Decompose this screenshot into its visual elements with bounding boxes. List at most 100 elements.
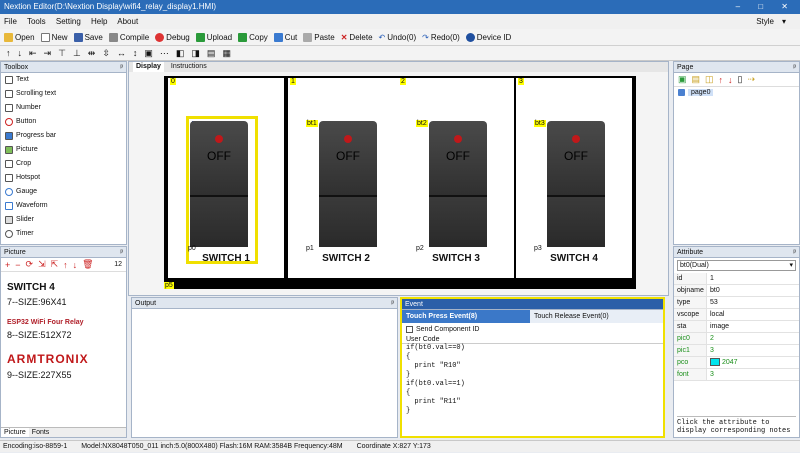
tab-picture[interactable]: Picture [1, 428, 29, 437]
hmi-screen[interactable]: 0 bt0 OFF p0 SWITCH 1 1 bt1 OFF p1 SWITC… [164, 76, 636, 289]
switch-button[interactable]: OFF [429, 121, 487, 247]
menu-tools[interactable]: Tools [27, 17, 46, 26]
compile-button[interactable]: Compile [108, 32, 149, 42]
send-component-checkbox[interactable] [406, 326, 413, 333]
center-h-icon[interactable]: ⇹ [88, 48, 96, 59]
toolbox-item-hotspot[interactable]: Hotspot [1, 171, 126, 185]
center-v-icon[interactable]: ⇳ [102, 48, 110, 59]
toolbox-item-scrolling-text[interactable]: Scrolling text [1, 87, 126, 101]
align-top-icon[interactable]: ⊤ [58, 48, 66, 59]
add-page-icon[interactable]: ▣ [678, 74, 687, 85]
pin-icon[interactable]: ᵖ [391, 298, 394, 309]
toolbox-item-gauge[interactable]: Gauge [1, 185, 126, 199]
switch-cell[interactable]: 2 bt2 OFF p2 SWITCH 3 [398, 78, 514, 278]
same-height-icon[interactable]: ↕ [133, 48, 138, 58]
toolbox-item-progress-bar[interactable]: Progress bar [1, 129, 126, 143]
user-code-editor[interactable]: if(bt0.val==0) { print "R10" } if(bt0.va… [402, 344, 663, 416]
grid-icon[interactable]: ▦ [222, 48, 231, 59]
pin-icon[interactable]: ᵖ [120, 62, 123, 73]
insert-page-icon[interactable]: ▤ [692, 74, 701, 85]
pin-icon[interactable]: ᵖ [793, 62, 796, 73]
toolbox-item-waveform[interactable]: Waveform [1, 199, 126, 213]
align-left-icon[interactable]: ⇤ [29, 48, 37, 59]
attr-row[interactable]: pic0 2 [674, 333, 799, 345]
move-down-icon[interactable]: ↓ [73, 260, 78, 270]
replace-picture-icon[interactable]: ⟳ [26, 259, 34, 270]
new-button[interactable]: New [40, 32, 68, 42]
toolbox-item-picture[interactable]: Picture [1, 143, 126, 157]
style-menu[interactable]: Style ▾ [756, 14, 786, 29]
copy-page-icon[interactable]: ◫ [705, 74, 714, 85]
attr-row[interactable]: pic1 3 [674, 345, 799, 357]
add-picture-icon[interactable]: + [5, 260, 10, 270]
device-id-button[interactable]: Device ID [465, 32, 511, 42]
switch-button[interactable]: OFF [547, 121, 605, 247]
attr-row[interactable]: vscope local [674, 309, 799, 321]
toolbox-item-text[interactable]: Text [1, 73, 126, 87]
attr-row[interactable]: id 1 [674, 273, 799, 285]
switch-button[interactable]: OFF [190, 121, 248, 247]
tab-display[interactable]: Display [133, 62, 164, 72]
menu-help[interactable]: Help [91, 17, 107, 26]
delete-all-icon[interactable]: 🗑 [82, 259, 93, 270]
toolbox-item-slider[interactable]: Slider [1, 213, 126, 227]
delete-button[interactable]: ✕ Delete [341, 33, 373, 42]
attr-row[interactable]: objname bt0 [674, 285, 799, 297]
tab-fonts[interactable]: Fonts [29, 428, 53, 437]
switch-cell[interactable]: 1 bt1 OFF p1 SWITCH 2 [288, 78, 404, 278]
undo-button[interactable]: ↶ Undo(0) [379, 33, 417, 42]
open-button[interactable]: Open [4, 32, 35, 42]
align-bottom-icon[interactable]: ⊥ [73, 48, 81, 59]
align-right-icon[interactable]: ⇥ [44, 48, 52, 59]
spacing-icon[interactable]: ⋯ [160, 48, 169, 59]
component-select[interactable]: bt0(Dual) ▾ [677, 260, 796, 271]
menu-setting[interactable]: Setting [56, 17, 81, 26]
align-up-icon[interactable]: ↑ [6, 48, 11, 58]
same-width-icon[interactable]: ↔ [117, 48, 126, 58]
insert-picture-icon[interactable]: ⇱ [51, 259, 59, 270]
picture-preview-title[interactable]: SWITCH 4 [7, 282, 120, 293]
attr-row[interactable]: sta image [674, 321, 799, 333]
toolbox-item-number[interactable]: Number [1, 101, 126, 115]
picture-preview-title[interactable]: ESP32 WiFi Four Relay [7, 319, 120, 326]
debug-button[interactable]: Debug [155, 32, 190, 42]
switch-cell[interactable]: 3 bt3 OFF p3 SWITCH 4 [516, 78, 632, 278]
tab-instructions[interactable]: Instructions [168, 62, 210, 72]
upload-button[interactable]: Upload [195, 32, 232, 42]
switch-button[interactable]: OFF [319, 121, 377, 247]
switch-cell[interactable]: 0 bt0 OFF p0 SWITCH 1 [168, 78, 284, 278]
lock-icon[interactable]: ▤ [207, 48, 216, 59]
page-list-item[interactable]: page0 [674, 87, 799, 98]
move-up-icon[interactable]: ↑ [63, 260, 68, 270]
redo-button[interactable]: ↷ Redo(0) [422, 33, 460, 42]
cut-button[interactable]: Cut [273, 32, 297, 42]
send-back-icon[interactable]: ◨ [191, 48, 200, 59]
save-button[interactable]: Save [73, 32, 103, 42]
window-controls[interactable]: – □ ✕ [736, 0, 796, 14]
move-page-up-icon[interactable]: ↑ [719, 75, 724, 85]
tab-touch-release[interactable]: Touch Release Event(0) [530, 310, 663, 323]
copy-button[interactable]: Copy [238, 32, 268, 42]
tab-touch-press[interactable]: Touch Press Event(8) [402, 310, 530, 323]
same-size-icon[interactable]: ▣ [144, 48, 153, 59]
toolbox-item-label: Timer [16, 230, 34, 237]
attr-row[interactable]: pco 2047 [674, 357, 799, 369]
toolbox-item-crop[interactable]: Crop [1, 157, 126, 171]
align-down-icon[interactable]: ↓ [18, 48, 23, 58]
export-picture-icon[interactable]: ⇲ [38, 259, 46, 270]
import-page-icon[interactable]: ⇢ [748, 74, 756, 85]
toolbox-item-timer[interactable]: Timer [1, 227, 126, 241]
bring-front-icon[interactable]: ◧ [176, 48, 185, 59]
menu-file[interactable]: File [4, 17, 17, 26]
rename-page-icon[interactable]: ▯ [738, 74, 743, 85]
paste-button[interactable]: Paste [303, 32, 335, 42]
remove-picture-icon[interactable]: − [15, 260, 20, 270]
menu-about[interactable]: About [117, 17, 138, 26]
move-page-down-icon[interactable]: ↓ [728, 75, 733, 85]
toolbox-item-button[interactable]: Button [1, 115, 126, 129]
pin-icon[interactable]: ᵖ [120, 247, 123, 258]
attr-row[interactable]: font 3 [674, 369, 799, 381]
armtronix-logo[interactable]: ARMTRONIX [7, 352, 120, 366]
pin-icon[interactable]: ᵖ [793, 247, 796, 258]
attr-row[interactable]: type 53 [674, 297, 799, 309]
